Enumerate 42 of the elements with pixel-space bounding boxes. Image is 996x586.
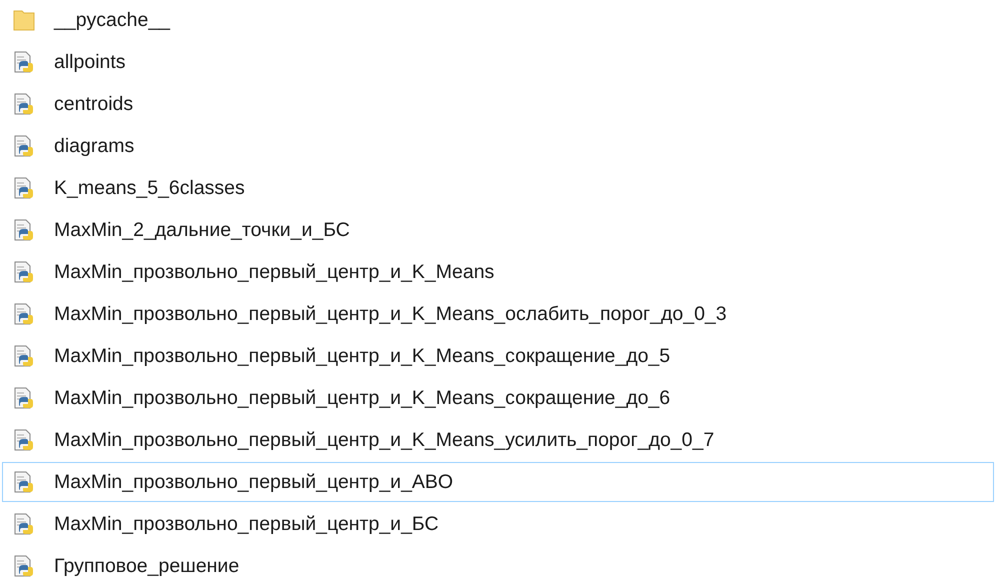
file-item[interactable]: centroids — [2, 84, 994, 124]
file-item[interactable]: diagrams — [2, 126, 994, 166]
python-file-icon — [13, 429, 35, 451]
folder-icon — [13, 9, 35, 31]
python-file-icon — [13, 219, 35, 241]
file-item[interactable]: MaxMin_2_дальние_точки_и_БС — [2, 210, 994, 250]
file-item[interactable]: MaxMin_прозвольно_первый_центр_и_K_Means_ослабить_порог_до_0_3 — [2, 294, 994, 334]
file-name: MaxMin_прозвольно_первый_центр_и_K_Means_ослабить_порог_до_0_3 — [54, 302, 727, 326]
file-item[interactable]: MaxMin_прозвольно_первый_центр_и_K_Means_сокращение_до_5 — [2, 336, 994, 376]
file-name: MaxMin_прозвольно_первый_центр_и_K_Means_сокращение_до_5 — [54, 344, 670, 368]
python-file-icon — [13, 303, 35, 325]
file-item[interactable]: MaxMin_прозвольно_первый_центр_и_K_Means — [2, 252, 994, 292]
file-name: allpoints — [54, 50, 126, 74]
python-file-icon — [13, 471, 35, 493]
file-name: MaxMin_прозвольно_первый_центр_и_K_Means_усилить_порог_до_0_7 — [54, 428, 714, 452]
python-file-icon — [13, 513, 35, 535]
file-name: diagrams — [54, 134, 134, 158]
file-name: __pycache__ — [54, 8, 170, 32]
file-name: Групповое_решение — [54, 554, 240, 578]
file-name: MaxMin_прозвольно_первый_центр_и_БС — [54, 512, 439, 536]
python-file-icon — [13, 387, 35, 409]
python-file-icon — [13, 93, 35, 115]
file-item[interactable]: K_means_5_6classes — [2, 168, 994, 208]
file-item[interactable]: MaxMin_прозвольно_первый_центр_и_K_Means_усилить_порог_до_0_7 — [2, 420, 994, 460]
file-item[interactable]: MaxMin_прозвольно_первый_центр_и_K_Means_сокращение_до_6 — [2, 378, 994, 418]
file-item[interactable]: Групповое_решение — [2, 546, 994, 586]
python-file-icon — [13, 135, 35, 157]
python-file-icon — [13, 261, 35, 283]
file-name: MaxMin_прозвольно_первый_центр_и_K_Means_сокращение_до_6 — [54, 386, 670, 410]
python-file-icon — [13, 177, 35, 199]
file-name: MaxMin_прозвольно_первый_центр_и_ABO — [54, 470, 454, 494]
file-item[interactable]: MaxMin_прозвольно_первый_центр_и_БС — [2, 504, 994, 544]
file-name: K_means_5_6classes — [54, 176, 245, 200]
file-name: centroids — [54, 92, 134, 116]
file-item[interactable]: MaxMin_прозвольно_первый_центр_и_ABO — [2, 462, 994, 502]
python-file-icon — [13, 555, 35, 577]
python-file-icon — [13, 51, 35, 73]
python-file-icon — [13, 345, 35, 367]
file-name: MaxMin_прозвольно_первый_центр_и_K_Means — [54, 260, 494, 284]
file-item[interactable]: allpoints — [2, 42, 994, 82]
file-name: MaxMin_2_дальние_точки_и_БС — [54, 218, 350, 242]
file-item[interactable]: __pycache__ — [2, 0, 994, 40]
